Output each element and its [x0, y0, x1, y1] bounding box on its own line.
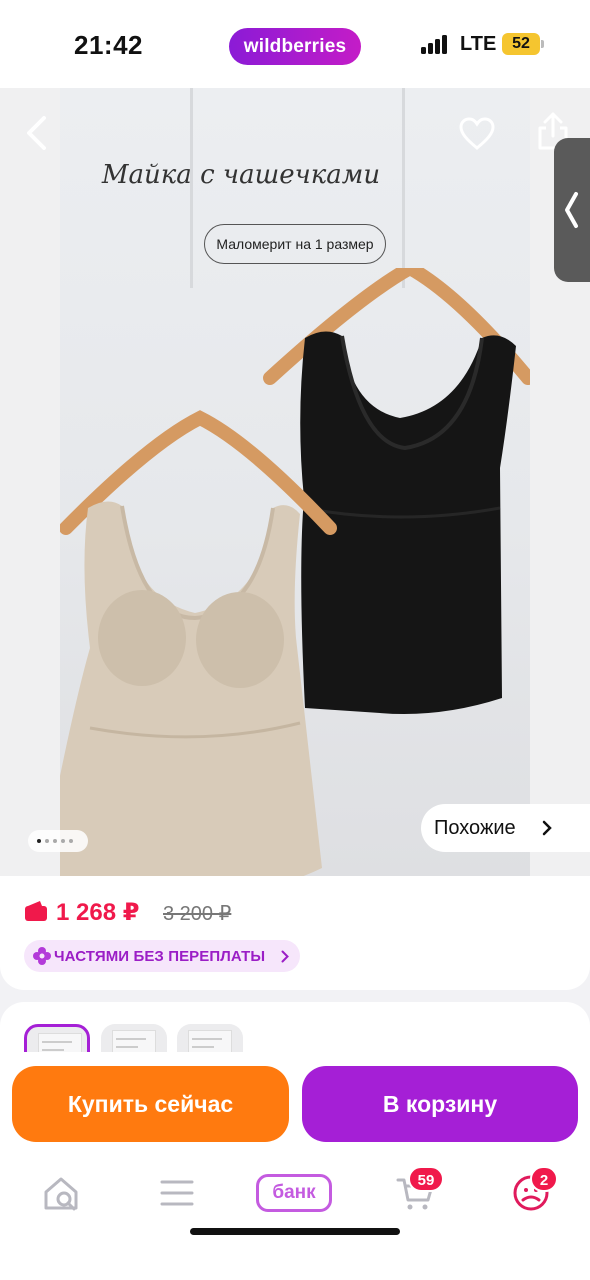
- chevron-left-icon: [565, 192, 578, 228]
- purchase-actions: Купить сейчас В корзину: [0, 1052, 590, 1152]
- slide-indicator: [28, 830, 88, 852]
- bottom-navigation: банк 59 2: [0, 1152, 590, 1280]
- cart-badge: 59: [408, 1166, 444, 1192]
- similar-products-button[interactable]: Похожие: [421, 804, 590, 852]
- home-indicator[interactable]: [190, 1228, 400, 1235]
- chevron-right-icon: [281, 950, 289, 963]
- battery-icon: 52: [502, 33, 540, 55]
- current-price: 1 268 ₽: [56, 899, 140, 926]
- installment-button[interactable]: ЧАСТЯМИ БЕЗ ПЕРЕПЛАТЫ: [24, 940, 300, 972]
- heart-icon[interactable]: [458, 116, 496, 152]
- product-gallery[interactable]: Майка с чашечками Маломерит на 1 размер: [0, 88, 590, 876]
- wildberries-logo[interactable]: wildberries: [229, 28, 361, 65]
- old-price: 3 200 ₽: [163, 903, 232, 925]
- flower-icon: [33, 947, 51, 965]
- back-arrow-icon[interactable]: [22, 114, 52, 152]
- status-time: 21:42: [74, 30, 143, 60]
- tank-tops-illustration: [60, 268, 530, 876]
- similar-label: Похожие: [434, 817, 516, 839]
- buy-now-button[interactable]: Купить сейчас: [12, 1066, 289, 1142]
- installment-label: ЧАСТЯМИ БЕЗ ПЕРЕПЛАТЫ: [54, 948, 266, 965]
- battery-tip: [541, 40, 544, 48]
- profile-badge: 2: [530, 1166, 558, 1192]
- network-type: LTE: [460, 33, 497, 55]
- product-image: Майка с чашечками Маломерит на 1 размер: [60, 88, 530, 876]
- menu-icon[interactable]: [156, 1172, 198, 1214]
- bank-tab[interactable]: банк: [256, 1174, 332, 1212]
- signal-icon: [421, 34, 451, 54]
- status-bar: 21:42 wildberries LTE 52: [0, 0, 590, 88]
- product-page: 21:42 wildberries LTE 52 Майка с чашечка…: [0, 0, 590, 1280]
- home-search-icon[interactable]: [40, 1172, 82, 1214]
- promo-title: Майка с чашечками: [101, 160, 381, 190]
- add-to-cart-button[interactable]: В корзину: [302, 1066, 578, 1142]
- price-card: 1 268 ₽ 3 200 ₽ ЧАСТЯМИ БЕЗ ПЕРЕПЛАТЫ: [0, 876, 590, 990]
- side-panel-handle[interactable]: [554, 138, 590, 282]
- chevron-right-icon: [542, 820, 552, 836]
- size-note-badge: Маломерит на 1 размер: [204, 224, 386, 264]
- wallet-icon: [25, 901, 47, 921]
